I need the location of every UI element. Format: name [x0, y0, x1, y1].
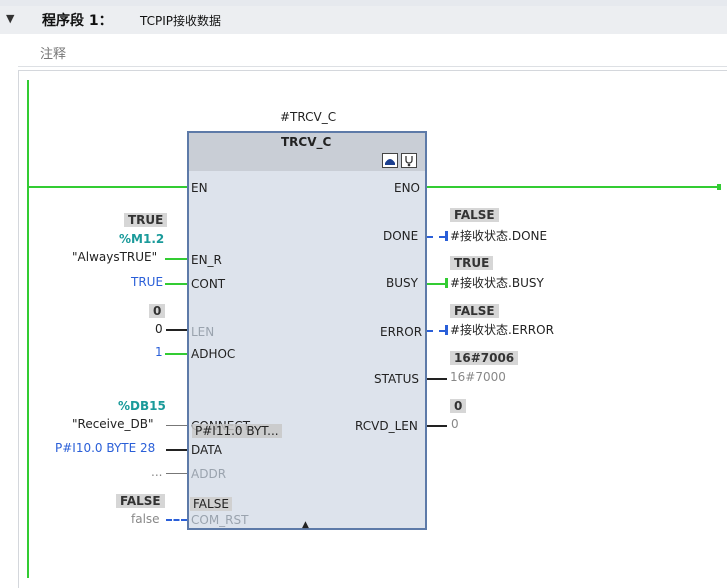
done-state: FALSE — [450, 208, 499, 222]
pin-addr: ADDR — [191, 467, 227, 481]
en-r-operand[interactable]: "AlwaysTRUE" — [72, 250, 157, 264]
com-rst-value[interactable]: false — [131, 512, 160, 526]
len-wire — [166, 329, 187, 331]
pin-en: EN — [191, 181, 208, 195]
addr-wire — [166, 473, 187, 474]
done-wire-end — [445, 231, 448, 241]
comment-box[interactable] — [18, 36, 727, 67]
busy-operand[interactable]: #接收状态.BUSY — [450, 274, 544, 291]
error-operand[interactable]: #接收状态.ERROR — [450, 321, 554, 338]
adhoc-wire — [165, 353, 187, 355]
done-wire — [427, 236, 445, 238]
len-value[interactable]: 0 — [155, 322, 163, 336]
addr-value[interactable]: ... — [151, 465, 162, 479]
comment-text[interactable]: 注释 — [40, 43, 66, 62]
cont-wire — [165, 283, 187, 285]
error-wire — [427, 330, 445, 332]
error-wire-end — [445, 325, 448, 335]
stethoscope-icon[interactable] — [401, 153, 417, 168]
en-r-state: TRUE — [124, 213, 168, 227]
pin-cont: CONT — [191, 277, 226, 291]
pin-com-rst: COM_RST — [191, 513, 249, 527]
en-r-address[interactable]: %M1.2 — [119, 232, 164, 246]
com-rst-wire — [166, 519, 187, 521]
busy-wire-end — [445, 278, 448, 288]
pin-en-r: EN_R — [191, 253, 222, 267]
busy-state: TRUE — [450, 256, 494, 270]
data-value[interactable]: P#I10.0 BYTE 28 — [55, 441, 155, 455]
connect-wire — [166, 425, 187, 426]
instance-name[interactable]: #TRCV_C — [280, 110, 336, 124]
status-state: 16#7006 — [450, 351, 519, 365]
rcvd-len-state: 0 — [450, 399, 467, 413]
eno-wire-end — [717, 184, 721, 190]
connect-operand[interactable]: "Receive_DB" — [72, 417, 154, 431]
adhoc-value[interactable]: 1 — [155, 345, 163, 359]
segment-name[interactable]: TCPIP接收数据 — [140, 12, 221, 29]
pin-busy: BUSY — [386, 276, 418, 290]
power-rail — [27, 80, 29, 578]
pin-status: STATUS — [374, 372, 420, 386]
pin-adhoc: ADHOC — [191, 347, 236, 361]
com-rst-inner-state: FALSE — [190, 497, 232, 511]
en-wire — [29, 186, 189, 188]
pin-len: LEN — [191, 325, 215, 339]
error-state: FALSE — [450, 304, 499, 318]
len-state: 0 — [149, 304, 166, 318]
collapse-icon[interactable]: ▼ — [6, 12, 14, 25]
rcvd-len-value[interactable]: 0 — [451, 417, 459, 431]
pin-done: DONE — [383, 229, 419, 243]
en-r-wire — [165, 258, 187, 260]
connect-address[interactable]: %DB15 — [118, 399, 166, 413]
com-rst-state: FALSE — [116, 494, 165, 508]
block-type: TRCV_C — [281, 135, 332, 149]
data-wire — [166, 449, 187, 451]
cont-value[interactable]: TRUE — [131, 275, 163, 289]
busy-wire — [427, 283, 445, 285]
database-icon[interactable] — [382, 153, 398, 168]
connect-overlay: P#I11.0 BYT... — [192, 424, 282, 438]
pin-rcvd-len: RCVD_LEN — [355, 419, 418, 433]
rcvd-len-wire — [427, 425, 447, 427]
pin-eno: ENO — [394, 181, 421, 195]
status-wire — [427, 378, 447, 380]
status-value[interactable]: 16#7000 — [450, 370, 506, 384]
pin-error: ERROR — [380, 325, 423, 339]
segment-title: 程序段 1： — [42, 13, 113, 29]
done-operand[interactable]: #接收状态.DONE — [450, 227, 547, 244]
pin-data: DATA — [191, 443, 222, 457]
eno-wire — [426, 186, 720, 188]
expand-arrow-icon[interactable]: ▲ — [302, 520, 309, 530]
